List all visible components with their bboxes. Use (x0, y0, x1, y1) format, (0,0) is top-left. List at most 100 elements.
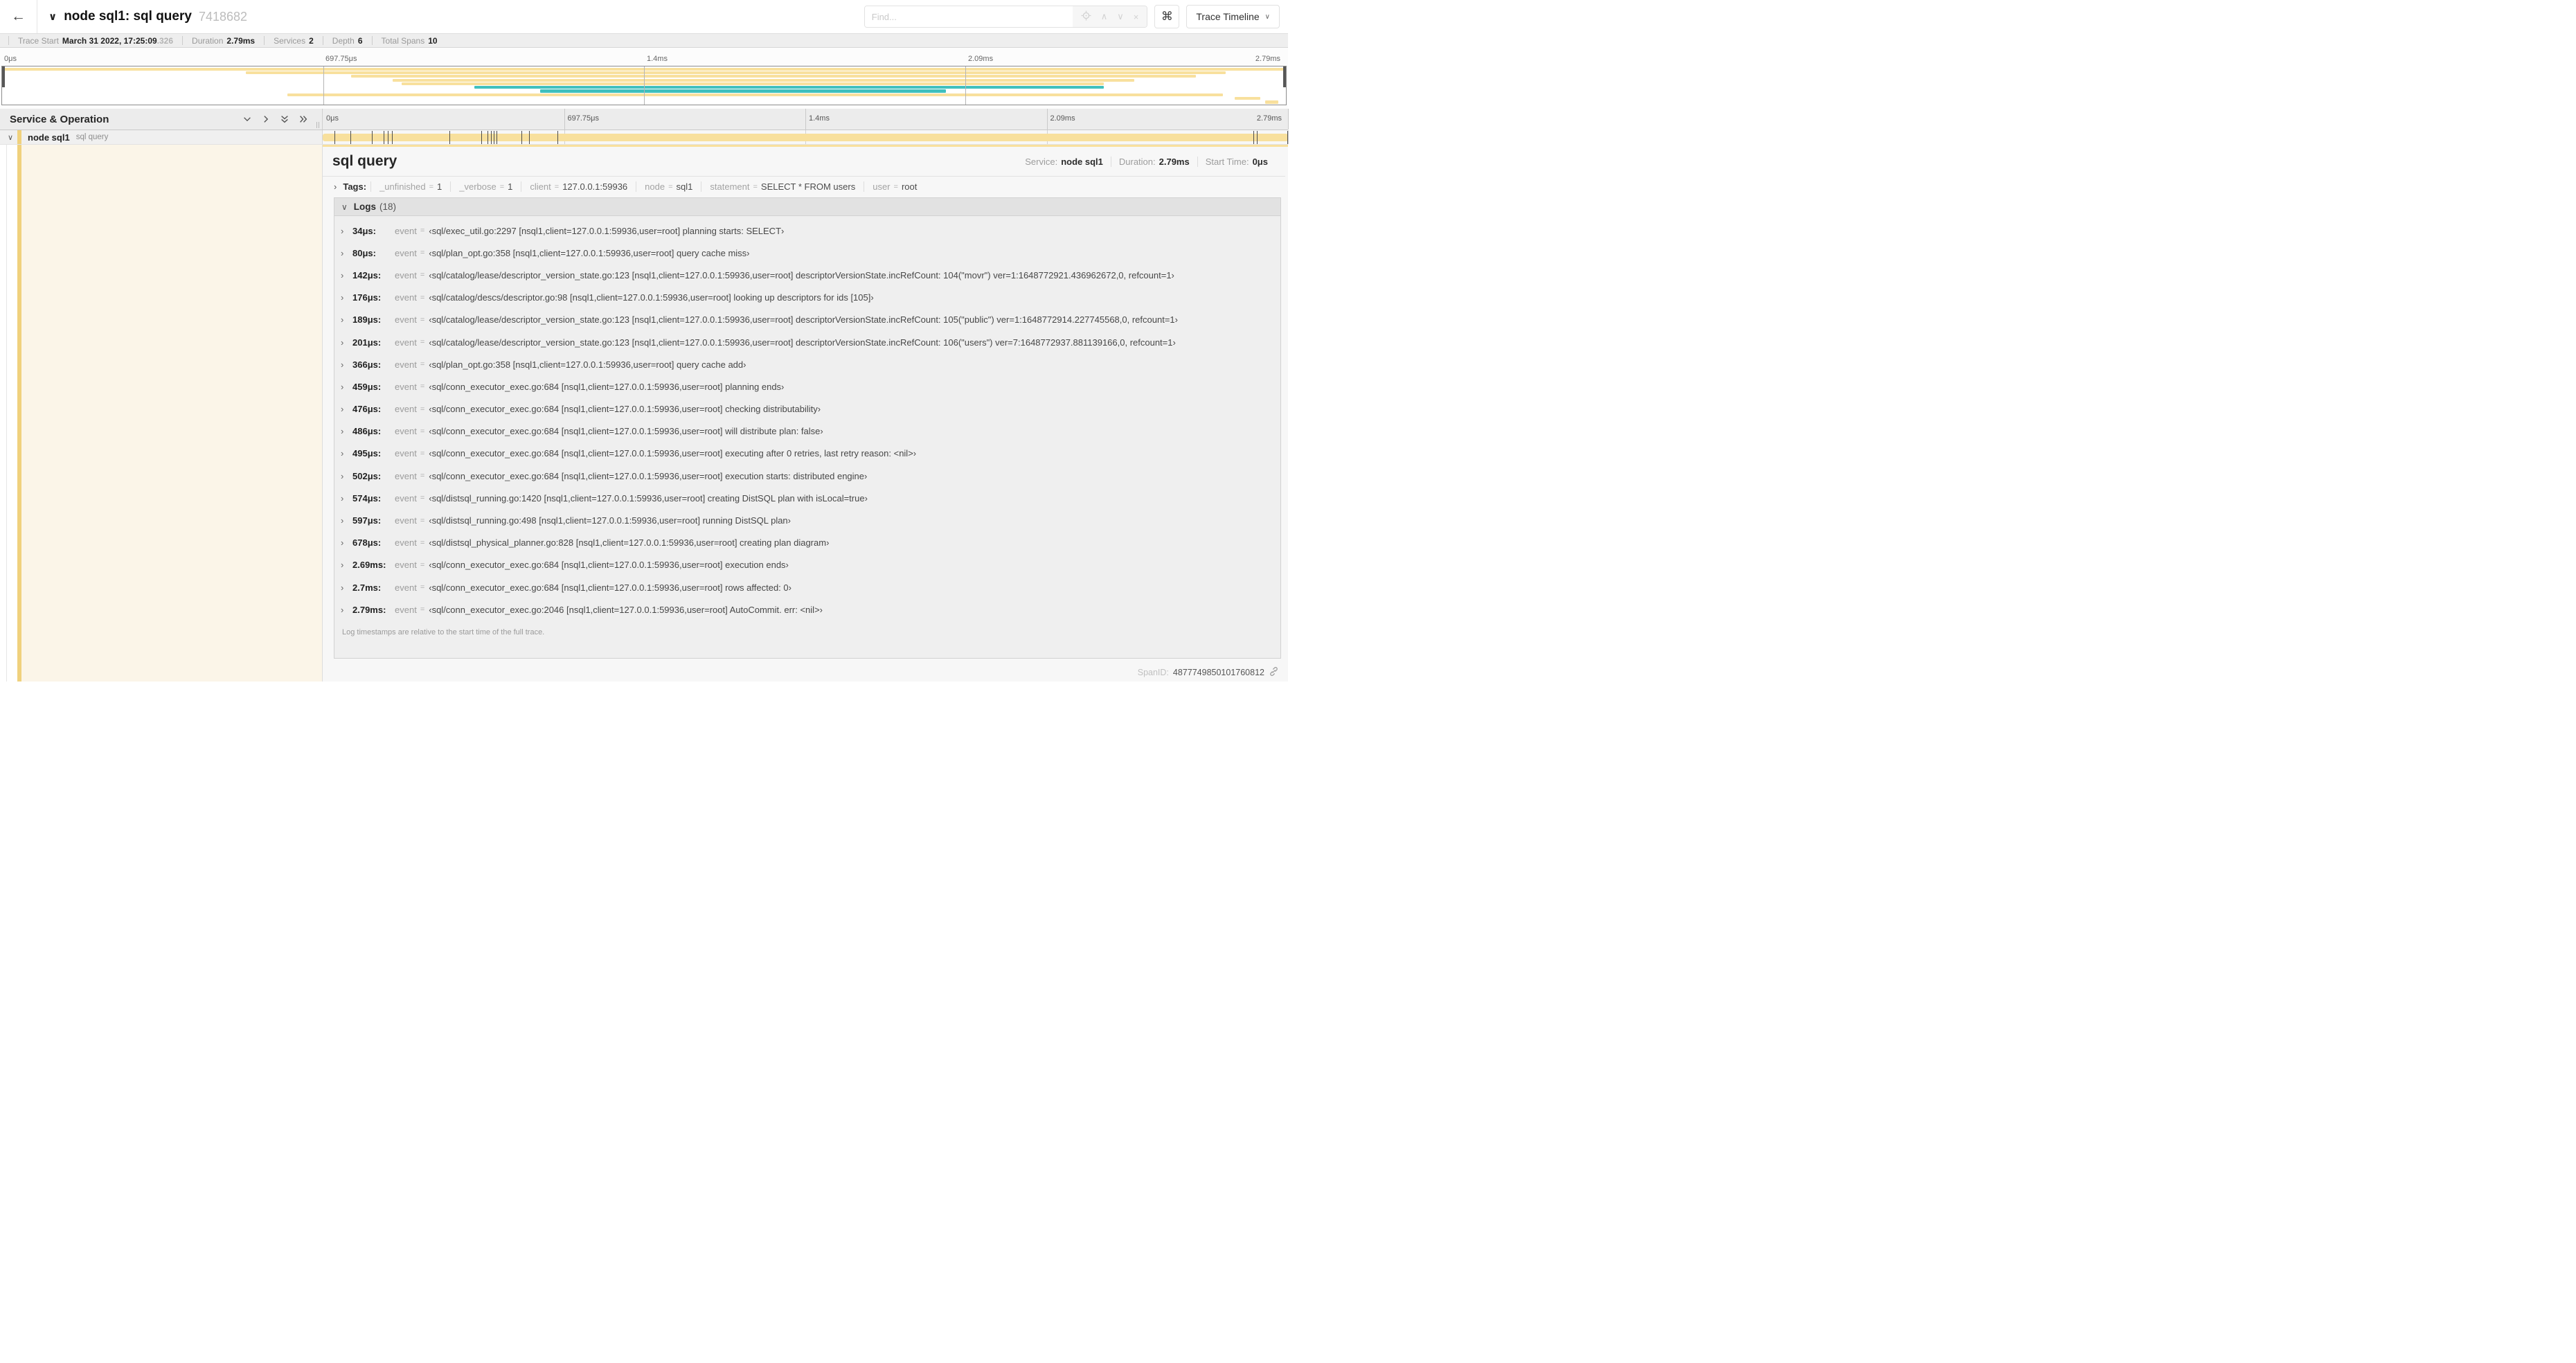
expand-one-icon[interactable] (261, 114, 271, 124)
column-resize-handle[interactable] (316, 122, 319, 128)
prev-match-icon[interactable]: ∧ (1101, 11, 1108, 22)
log-marker[interactable] (449, 131, 450, 144)
log-marker[interactable] (350, 131, 351, 144)
log-marker[interactable] (371, 131, 373, 144)
trace-meta-value: 10 (428, 35, 438, 46)
log-timestamp: 476μs: (352, 404, 382, 415)
log-timestamp: 574μs: (352, 492, 382, 504)
log-entry[interactable]: › 366μs: event = ‹sql/plan_opt.go:358 [n… (341, 353, 1276, 375)
minimap-span-bar (474, 86, 1104, 89)
chevron-right-icon: › (341, 448, 344, 459)
tag-equals: = (429, 182, 433, 191)
log-entry[interactable]: › 2.79ms: event = ‹sql/conn_executor_exe… (341, 598, 1276, 621)
logs-accordion-header[interactable]: ∨ Logs (18) (334, 198, 1280, 216)
timeline-header: Service & Operation 0μs 697.75μs 1.4ms 2… (0, 109, 1289, 130)
log-marker[interactable] (1253, 131, 1255, 144)
log-field-value: ‹sql/catalog/lease/descriptor_version_st… (429, 314, 1178, 326)
log-entry[interactable]: › 574μs: event = ‹sql/distsql_running.go… (341, 487, 1276, 509)
minimap-canvas[interactable] (1, 66, 1287, 105)
log-marker[interactable] (490, 131, 492, 144)
log-entry[interactable]: › 486μs: event = ‹sql/conn_executor_exec… (341, 420, 1276, 443)
span-row-name-column[interactable]: ∨ node sql1 sql query (0, 130, 323, 144)
collapse-all-icon[interactable] (280, 114, 289, 124)
logs-label: Logs (353, 202, 377, 212)
trace-meta-bar: Trace Start March 31 2022, 17:25:09 .326… (0, 33, 1288, 48)
minimap-left-scrubber[interactable] (2, 66, 5, 88)
span-duration-bar[interactable] (323, 134, 1288, 141)
log-field-value: ‹sql/distsql_running.go:498 [nsql1,clien… (429, 515, 791, 526)
back-button[interactable]: ← (0, 0, 37, 33)
span-detail-row: sql query Service: node sql1 Duration: 2… (0, 145, 1288, 682)
log-entry[interactable]: › 142μs: event = ‹sql/catalog/lease/desc… (341, 264, 1276, 286)
keyboard-shortcuts-button[interactable]: ⌘ (1154, 5, 1180, 28)
log-entry[interactable]: › 2.7ms: event = ‹sql/conn_executor_exec… (341, 576, 1276, 598)
find-input[interactable] (864, 6, 1073, 27)
log-entry[interactable]: › 597μs: event = ‹sql/distsql_running.go… (341, 509, 1276, 531)
trace-meta-item: Trace Start March 31 2022, 17:25:09 .326 (8, 36, 182, 46)
tag-item: user = root (864, 181, 925, 192)
logs-count: (18) (379, 202, 397, 212)
collapse-one-icon[interactable] (242, 114, 252, 124)
focus-match-icon[interactable] (1081, 10, 1091, 23)
log-timestamp: 502μs: (352, 470, 382, 481)
chevron-right-icon: › (341, 269, 344, 280)
span-service: Service: node sql1 (1025, 156, 1103, 167)
ruler-tick-label: 2.79ms (1256, 114, 1282, 123)
minimap-tick-label: 1.4ms (647, 55, 668, 63)
span-row[interactable]: ∨ node sql1 sql query (0, 130, 1289, 145)
detail-header: sql query Service: node sql1 Duration: 2… (323, 147, 1285, 177)
minimap-gridline (323, 66, 324, 105)
find-group: ∧ ∨ × (864, 6, 1148, 28)
log-entry[interactable]: › 80μs: event = ‹sql/plan_opt.go:358 [ns… (341, 242, 1276, 264)
clear-search-icon[interactable]: × (1134, 12, 1139, 22)
log-marker[interactable] (1256, 131, 1258, 144)
log-entry[interactable]: › 495μs: event = ‹sql/conn_executor_exec… (341, 443, 1276, 465)
minimap-span-bar (351, 75, 1197, 78)
logs-footer-note: Log timestamps are relative to the start… (342, 628, 545, 637)
log-field-key: event (395, 292, 417, 303)
log-entry[interactable]: › 201μs: event = ‹sql/catalog/lease/desc… (341, 331, 1276, 353)
tag-key: client (530, 181, 551, 192)
log-marker[interactable] (392, 131, 393, 144)
log-marker[interactable] (334, 131, 335, 144)
log-entry[interactable]: › 34μs: event = ‹sql/exec_util.go:2297 [… (341, 220, 1276, 242)
span-row-timeline[interactable] (323, 130, 1289, 144)
ruler-tick-label: 0μs (326, 114, 339, 123)
log-marker[interactable] (529, 131, 530, 144)
minimap-tick-label: 0μs (4, 55, 17, 63)
chevron-right-icon: › (341, 225, 344, 236)
chevron-right-icon: › (341, 426, 344, 437)
tags-accordion[interactable]: › Tags: _unfinished = 1 _verbose = 1 cli… (323, 177, 1288, 196)
expand-all-icon[interactable] (298, 114, 308, 124)
log-marker[interactable] (1287, 131, 1288, 144)
detail-left-gutter (0, 145, 323, 682)
trace-view-select[interactable]: Trace Timeline ∨ (1186, 5, 1280, 28)
tag-item: client = 127.0.0.1:59936 (521, 181, 636, 192)
log-equals: = (420, 427, 425, 436)
log-equals: = (420, 560, 425, 569)
deep-link-icon[interactable] (1269, 666, 1279, 679)
span-collapse-chevron-icon[interactable]: ∨ (8, 133, 13, 142)
chevron-right-icon: › (341, 470, 344, 481)
log-entry[interactable]: › 678μs: event = ‹sql/distsql_physical_p… (341, 532, 1276, 554)
log-marker[interactable] (557, 131, 558, 144)
tag-item: statement = SELECT * FROM users (701, 181, 864, 192)
log-marker[interactable] (521, 131, 522, 144)
log-field-key: event (395, 247, 417, 258)
chevron-down-icon: ∨ (341, 202, 348, 212)
service-color-accent (17, 130, 21, 144)
log-entry[interactable]: › 502μs: event = ‹sql/conn_executor_exec… (341, 465, 1276, 487)
next-match-icon[interactable]: ∨ (1117, 11, 1124, 22)
log-marker[interactable] (481, 131, 483, 144)
log-entry[interactable]: › 459μs: event = ‹sql/conn_executor_exec… (341, 375, 1276, 398)
minimap-right-scrubber[interactable] (1283, 66, 1286, 88)
trace-meta-label: Total Spans (381, 35, 425, 46)
log-entry[interactable]: › 176μs: event = ‹sql/catalog/descs/desc… (341, 287, 1276, 309)
collapse-trace-chevron-icon[interactable]: ∨ (48, 10, 57, 23)
log-entry[interactable]: › 2.69ms: event = ‹sql/conn_executor_exe… (341, 554, 1276, 576)
logs-list: › 34μs: event = ‹sql/exec_util.go:2297 [… (334, 216, 1280, 658)
span-start-time: Start Time: 0μs (1197, 156, 1276, 167)
log-entry[interactable]: › 189μs: event = ‹sql/catalog/lease/desc… (341, 309, 1276, 331)
log-entry[interactable]: › 476μs: event = ‹sql/conn_executor_exec… (341, 398, 1276, 420)
log-field-key: event (395, 426, 417, 437)
